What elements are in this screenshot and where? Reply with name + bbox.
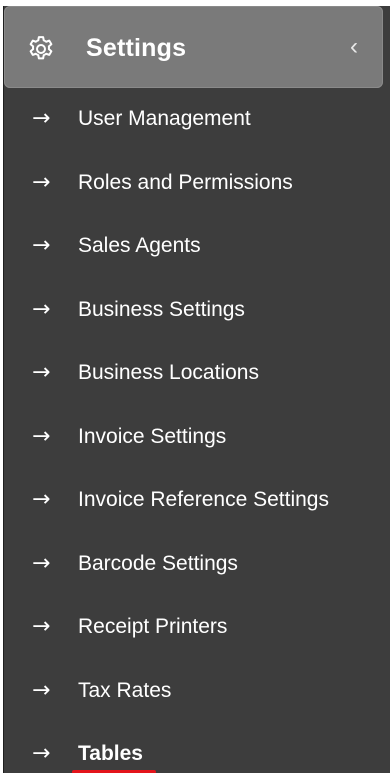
sidebar-item-sales-agents[interactable]: → Sales Agents: [4, 215, 390, 279]
arrow-right-icon: →: [32, 423, 51, 449]
sidebar-item-label: Barcode Settings: [78, 551, 238, 575]
sidebar-item-invoice-settings[interactable]: → Invoice Settings: [4, 406, 390, 470]
settings-title: Settings: [86, 34, 187, 62]
sidebar-item-label: Business Locations: [78, 361, 259, 384]
sidebar-item-roles-and-permissions[interactable]: → Roles and Permissions: [4, 152, 390, 216]
arrow-right-icon: →: [32, 550, 51, 576]
arrow-right-icon: →: [32, 106, 51, 131]
settings-sidebar: Settings ‹ → User Management → Roles and Pe…: [3, 6, 390, 773]
sidebar-item-business-locations[interactable]: → Business Locations: [4, 342, 390, 406]
sidebar-item-label: Invoice Reference Settings: [78, 488, 329, 511]
sidebar-item-label: Invoice Settings: [78, 424, 227, 448]
sidebar-item-tables[interactable]: → Tables: [4, 723, 390, 773]
arrow-right-icon: →: [32, 296, 51, 322]
sidebar-item-label: Tables: [78, 742, 143, 765]
arrow-right-icon: →: [32, 233, 51, 258]
arrow-right-icon: →: [32, 487, 51, 512]
gear-icon: [29, 36, 53, 60]
arrow-right-icon: →: [32, 614, 51, 639]
sidebar-item-label: Roles and Permissions: [78, 170, 293, 194]
sidebar-item-label: Receipt Printers: [78, 615, 228, 638]
sidebar-item-business-settings[interactable]: → Business Settings: [4, 279, 390, 343]
sidebar-item-invoice-reference-settings[interactable]: → Invoice Reference Settings: [4, 469, 390, 533]
sidebar-item-receipt-printers[interactable]: → Receipt Printers: [4, 596, 390, 660]
arrow-right-icon: →: [32, 169, 51, 195]
arrow-right-icon: →: [32, 677, 51, 703]
settings-header[interactable]: Settings ‹: [4, 6, 383, 88]
sidebar-item-tax-rates[interactable]: → Tax Rates: [4, 660, 390, 724]
sidebar-item-label: User Management: [78, 107, 251, 130]
chevron-left-icon[interactable]: ‹: [350, 34, 364, 60]
sidebar-item-label: Tax Rates: [78, 678, 172, 702]
arrow-right-icon: →: [32, 741, 51, 766]
arrow-right-icon: →: [32, 360, 51, 385]
sidebar-item-user-management[interactable]: → User Management: [4, 88, 390, 152]
sidebar-item-label: Sales Agents: [78, 234, 201, 257]
sidebar-item-barcode-settings[interactable]: → Barcode Settings: [4, 533, 390, 597]
sidebar-item-label: Business Settings: [78, 297, 245, 321]
